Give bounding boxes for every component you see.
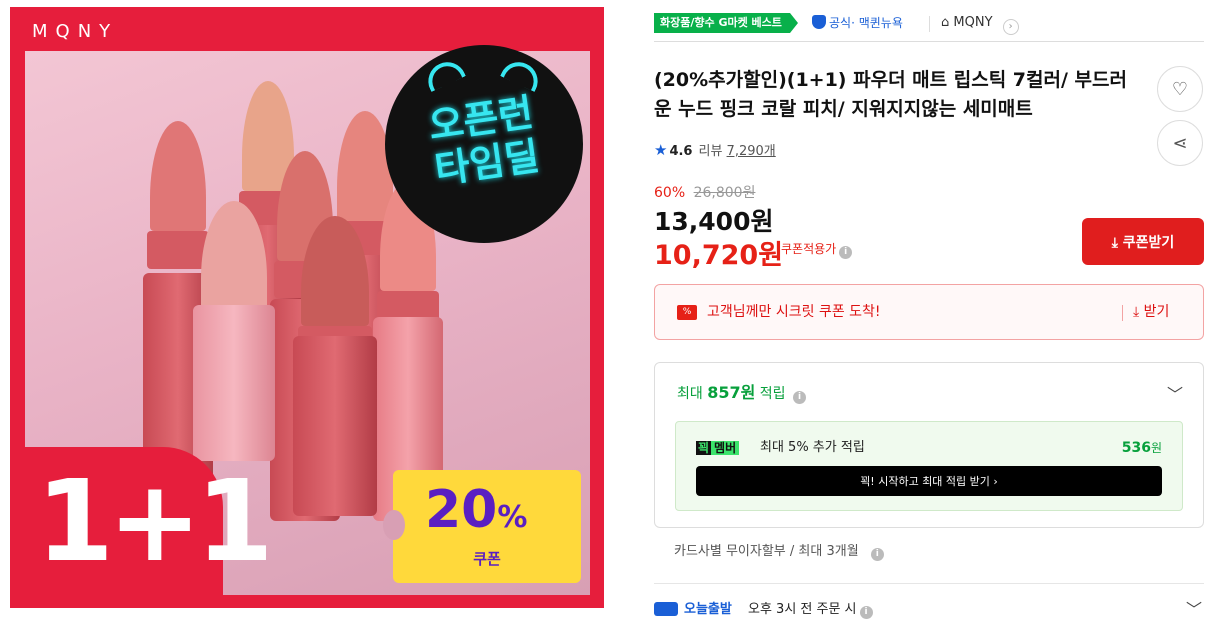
shipping-cutoff: 오후 3시 전 주문 시i [748, 600, 873, 620]
max-points: 최대 857원 적립 i [677, 383, 807, 404]
max-points-amount: 857원 [707, 383, 756, 402]
coupon-applied-price: 10,720원 [654, 240, 784, 271]
points-box: 최대 857원 적립 i ﹀ 꾁 멤버 최대 5% 추가 적립 536원 꾁! 시… [654, 362, 1204, 528]
coupon-percent: 20% [425, 480, 528, 540]
receive-coupon-button[interactable]: ⤓ 받기 [1133, 302, 1169, 322]
shipping-row[interactable]: 오늘출발 오후 3시 전 주문 시i ﹀ [654, 600, 1204, 622]
coupon-ticket-graphic: 20% 쿠폰 [383, 470, 581, 583]
home-icon: ⌂ [941, 15, 950, 30]
product-title: (20%추가할인)(1+1) 파우더 매트 립스틱 7컬러/ 부드러운 누드 핑… [654, 69, 1127, 120]
coupon-price-note: 쿠폰적용가 i [781, 240, 853, 259]
membership-panel: 꾁 멤버 최대 5% 추가 적립 536원 꾁! 시작하고 최대 적립 받기 › [675, 421, 1183, 511]
seller-bar: 화장품/향수 G마켓 베스트 공식· 맥퀸뉴욕 ⌂ MQNY › [654, 10, 1204, 42]
secret-coupon-banner[interactable]: % 고객님께만 시크릿 쿠폰 도착! ⤓ 받기 [654, 284, 1204, 340]
shipping-label: 오늘출발 [684, 602, 732, 617]
coupon-ticket-icon: % [677, 305, 697, 320]
lipstick-illustration [293, 216, 377, 516]
bundle-badge: 1+1 [18, 447, 274, 607]
membership-cta-button[interactable]: 꾁! 시작하고 최대 적립 받기 › [696, 466, 1162, 496]
secret-coupon-message: 고객님께만 시크릿 쿠폰 도착! [707, 304, 881, 320]
info-icon[interactable]: i [859, 606, 873, 619]
official-store-label[interactable]: 공식· 맥퀸뉴욕 [812, 13, 903, 33]
installment-info: 카드사별 무이자할부 / 최대 3개월 i [674, 542, 884, 562]
divider [654, 583, 1204, 584]
heart-icon: ♡ [1171, 79, 1189, 99]
divider [929, 16, 930, 32]
best-category-badge[interactable]: 화장품/향수 G마켓 베스트 [654, 13, 798, 33]
info-icon[interactable]: i [870, 548, 884, 561]
membership-points: 536원 [1121, 440, 1162, 456]
info-icon[interactable]: i [839, 246, 853, 259]
share-icon: ⋖ [1172, 133, 1188, 153]
official-shield-icon [812, 15, 826, 29]
chevron-down-icon[interactable]: ﹀ [1186, 596, 1202, 620]
chevron-down-icon[interactable]: ﹀ [1167, 381, 1183, 405]
alarm-clock-icon [422, 56, 466, 92]
share-button[interactable]: ⋖ [1157, 120, 1203, 166]
coupon-graphic-label: 쿠폰 [473, 550, 501, 568]
delivery-truck-icon [654, 602, 678, 616]
review-label: 리뷰 [698, 144, 723, 159]
original-price: 26,800원 [693, 185, 756, 201]
membership-logo: 꾁 멤버 [696, 439, 740, 457]
rating-summary: ★ 4.6 리뷰 7,290개 [654, 140, 776, 162]
review-count-link[interactable]: 7,290개 [727, 144, 776, 159]
star-icon: ★ [654, 141, 668, 159]
store-link[interactable]: ⌂ MQNY › [941, 13, 1019, 35]
product-page: MQNY 오픈런 타임딜 1+1 20% 쿠폰 화장품/향수 G마켓 베스트 공… [0, 0, 1223, 622]
divider [1122, 305, 1123, 321]
rating-score: 4.6 [669, 144, 693, 159]
wishlist-button[interactable]: ♡ [1157, 66, 1203, 112]
discount-row: 60% 26,800원 [654, 182, 755, 202]
info-icon[interactable]: i [793, 391, 807, 404]
discount-percent: 60% [654, 185, 686, 201]
store-name: MQNY [953, 15, 993, 30]
lipstick-illustration [193, 201, 275, 461]
get-coupon-button[interactable]: ⤓ 쿠폰받기 [1082, 218, 1204, 265]
bundle-text: 1+1 [36, 457, 274, 587]
timedeal-text: 오픈런 타임딜 [380, 84, 588, 199]
brand-logo: MQNY [32, 21, 119, 42]
alarm-clock-icon [500, 56, 544, 92]
membership-description: 최대 5% 추가 적립 [760, 440, 865, 455]
product-image[interactable]: MQNY 오픈런 타임딜 1+1 20% 쿠폰 [10, 7, 604, 608]
chevron-right-icon: › [1002, 19, 1019, 35]
open-run-timedeal-badge: 오픈런 타임딜 [385, 45, 583, 243]
